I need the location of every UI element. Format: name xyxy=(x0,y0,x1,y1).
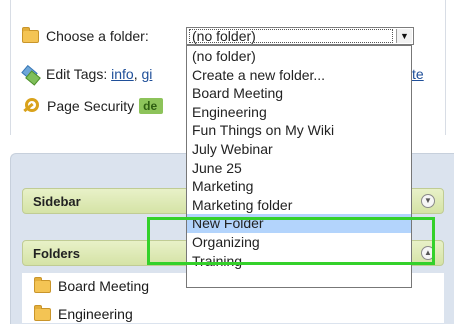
folder-icon xyxy=(34,304,51,321)
folder-icon xyxy=(22,26,39,43)
folder-item-label: Board Meeting xyxy=(58,278,150,294)
tag-link-info[interactable]: info xyxy=(111,66,134,82)
folder-dropdown-menu[interactable]: (no folder) Create a new folder... Board… xyxy=(186,45,412,288)
dropdown-option[interactable]: Marketing xyxy=(187,177,411,196)
tags-row: Edit Tags: info, gi xyxy=(21,64,152,86)
dropdown-option[interactable]: Fun Things on My Wiki xyxy=(187,121,411,140)
dropdown-option[interactable]: (no folder) xyxy=(187,47,411,66)
dropdown-option[interactable]: Marketing folder xyxy=(187,196,411,215)
dropdown-option[interactable]: Training xyxy=(187,252,411,271)
tags-icon xyxy=(21,64,41,86)
security-label: Page Security xyxy=(47,98,135,114)
folder-icon xyxy=(34,276,51,293)
folders-section-title: Folders xyxy=(33,245,80,261)
folder-select[interactable]: (no folder) ▼ xyxy=(186,27,414,45)
dropdown-option[interactable]: Create a new folder... xyxy=(187,66,411,85)
collapse-toggle-icon[interactable]: ▲ xyxy=(421,246,435,260)
security-badge[interactable]: de xyxy=(139,98,164,114)
sidebar-section-title: Sidebar xyxy=(33,193,81,209)
list-item[interactable]: Board Meeting xyxy=(34,276,149,296)
list-item[interactable]: Engineering xyxy=(34,304,133,324)
dropdown-option[interactable]: July Webinar xyxy=(187,140,411,159)
tags-label: Edit Tags: xyxy=(46,66,108,82)
collapse-toggle-icon[interactable]: ▼ xyxy=(421,194,435,208)
chevron-down-icon[interactable]: ▼ xyxy=(396,29,412,43)
tag-link-partial[interactable]: gi xyxy=(141,66,152,82)
dropdown-option[interactable]: Board Meeting xyxy=(187,84,411,103)
dropdown-option[interactable]: Engineering xyxy=(187,103,411,122)
dropdown-option[interactable]: June 25 xyxy=(187,159,411,178)
key-icon xyxy=(22,97,40,115)
dropdown-option-highlighted[interactable]: New Folder xyxy=(187,214,411,233)
select-focus-ring xyxy=(189,29,393,43)
folder-label: Choose a folder: xyxy=(46,28,149,44)
folder-row: Choose a folder: xyxy=(22,26,149,46)
dropdown-option[interactable]: Organizing xyxy=(187,233,411,252)
security-row: Page Security de xyxy=(22,96,164,116)
folder-item-label: Engineering xyxy=(58,306,133,322)
